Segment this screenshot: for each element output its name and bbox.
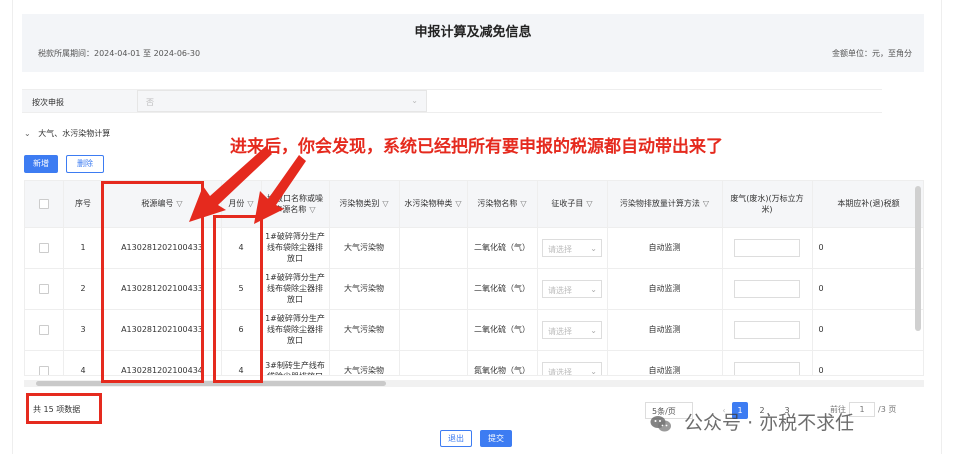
wechat-icon xyxy=(650,415,671,431)
cell-water-pollutant-type xyxy=(399,350,468,375)
highlight-month-box xyxy=(213,215,263,383)
select-all-checkbox[interactable] xyxy=(38,198,49,209)
page-title: 申报计算及减免信息 xyxy=(414,25,532,40)
filter-icon[interactable]: ▽ xyxy=(703,198,709,209)
col-water-pollutant-type[interactable]: 水污染物种类 ▽ xyxy=(399,181,468,228)
waste-gas-input[interactable] xyxy=(734,238,800,257)
cell-emission-method: 自动监测 xyxy=(607,350,723,375)
filter-row: 按次申报 否 ⌄ xyxy=(22,89,882,113)
filter-icon[interactable]: ▽ xyxy=(382,198,388,209)
amount-unit: 金额单位：元，至角分 xyxy=(832,49,912,58)
cell-levy-item: 请选择 ⌄ xyxy=(537,309,608,351)
cell-pollutant-name: 二氧化硫（气） xyxy=(467,309,538,351)
cell-emission-method: 自动监测 xyxy=(607,227,723,269)
vertical-scrollbar[interactable] xyxy=(915,186,921,331)
chevron-down-icon: ⌄ xyxy=(590,243,597,253)
cell-tax-payable: 0 xyxy=(812,268,923,310)
col-pollutant-category[interactable]: 污染物类别 ▽ xyxy=(329,181,400,228)
filter-icon[interactable]: ▽ xyxy=(520,198,526,209)
waste-gas-input[interactable] xyxy=(734,279,800,298)
chevron-down-icon: ⌄ xyxy=(590,284,597,294)
row-checkbox-cell xyxy=(25,227,64,269)
cell-levy-item: 请选择 ⌄ xyxy=(537,268,608,310)
cell-pollutant-name: 二氧化硫（气） xyxy=(467,227,538,269)
col-waste-gas: 废气(废水)(万标立方米) xyxy=(722,181,813,228)
chevron-down-icon: ⌄ xyxy=(590,366,597,376)
cell-waste-gas xyxy=(722,227,813,269)
per-declaration-value: 否 xyxy=(146,98,154,107)
cell-waste-gas xyxy=(722,268,813,310)
cell-emission-method: 自动监测 xyxy=(607,309,723,351)
exit-button[interactable]: 退出 xyxy=(440,430,472,447)
levy-item-select[interactable]: 请选择 ⌄ xyxy=(542,279,602,298)
cell-pollutant-category: 大气污染物 xyxy=(329,350,400,375)
row-checkbox[interactable] xyxy=(38,365,49,375)
cell-index: 1 xyxy=(63,227,104,269)
page-header: 申报计算及减免信息 税款所属期间：2024-04-01 至 2024-06-30… xyxy=(22,14,924,72)
submit-button[interactable]: 提交 xyxy=(480,430,512,447)
cell-pollutant-category: 大气污染物 xyxy=(329,268,400,310)
col-levy-item[interactable]: 征收子目 ▽ xyxy=(537,181,608,228)
filter-icon[interactable]: ▽ xyxy=(247,198,253,209)
row-checkbox-cell xyxy=(25,268,64,310)
cell-outlet-name: 3#制砖生产线布袋除尘器排放口 xyxy=(261,350,330,375)
filter-icon[interactable]: ▽ xyxy=(586,198,592,209)
cell-emission-method: 自动监测 xyxy=(607,268,723,310)
section-toggle[interactable]: ⌄ 大气、水污染物计算 xyxy=(24,128,110,139)
waste-gas-input[interactable] xyxy=(734,361,800,375)
watermark: 公众号 · 亦税不求任 xyxy=(650,408,854,435)
highlight-total-box xyxy=(26,393,102,424)
col-pollutant-name[interactable]: 污染物名称 ▽ xyxy=(467,181,538,228)
levy-item-select[interactable]: 请选择 ⌄ xyxy=(542,320,602,339)
filter-icon[interactable]: ▽ xyxy=(455,198,461,209)
cell-water-pollutant-type xyxy=(399,227,468,269)
chevron-down-icon: ⌄ xyxy=(590,325,597,335)
col-tax-payable: 本期应补(退)税额 xyxy=(812,181,923,228)
cell-tax-payable: 0 xyxy=(812,350,923,375)
filter-icon[interactable]: ▽ xyxy=(309,204,315,215)
col-outlet-name[interactable]: 排放口名称或噪声源名称 ▽ xyxy=(261,181,330,228)
tax-period: 税款所属期间：2024-04-01 至 2024-06-30 xyxy=(38,49,201,58)
cell-index: 4 xyxy=(63,350,104,375)
levy-item-select[interactable]: 请选择 ⌄ xyxy=(542,361,602,376)
cell-pollutant-name: 二氧化硫（气） xyxy=(467,268,538,310)
row-checkbox-cell xyxy=(25,350,64,375)
add-button[interactable]: 新增 xyxy=(24,155,58,173)
chevron-down-icon: ⌄ xyxy=(411,96,418,105)
cell-pollutant-category: 大气污染物 xyxy=(329,309,400,351)
section-title: 大气、水污染物计算 xyxy=(38,129,111,138)
filter-label: 按次申报 xyxy=(22,90,137,112)
cell-levy-item: 请选择 ⌄ xyxy=(537,227,608,269)
cell-pollutant-category: 大气污染物 xyxy=(329,227,400,269)
cell-index: 3 xyxy=(63,309,104,351)
cell-tax-payable: 0 xyxy=(812,227,923,269)
cell-levy-item: 请选择 ⌄ xyxy=(537,350,608,376)
horizontal-scrollbar[interactable] xyxy=(36,381,386,386)
levy-item-select[interactable]: 请选择 ⌄ xyxy=(542,238,602,257)
annotation-text: 进来后，你会发现，系统已经把所有要申报的税源都自动带出来了 xyxy=(230,137,723,157)
cell-waste-gas xyxy=(722,309,813,351)
cell-water-pollutant-type xyxy=(399,268,468,310)
cell-water-pollutant-type xyxy=(399,309,468,351)
row-checkbox[interactable] xyxy=(38,324,49,335)
cell-pollutant-name: 氮氧化物（气） xyxy=(467,350,538,375)
row-checkbox-cell xyxy=(25,309,64,351)
chevron-down-icon: ⌄ xyxy=(24,129,31,138)
highlight-source-no-box xyxy=(101,181,204,383)
col-emission-method[interactable]: 污染物排放量计算方法 ▽ xyxy=(607,181,723,228)
select-all-cell xyxy=(25,181,64,228)
col-index: 序号 xyxy=(63,181,104,228)
row-checkbox[interactable] xyxy=(38,242,49,253)
cell-outlet-name: 1#破碎筛分生产线布袋除尘器排放口 xyxy=(261,268,330,310)
cell-outlet-name: 1#破碎筛分生产线布袋除尘器排放口 xyxy=(261,309,330,351)
delete-button[interactable]: 删除 xyxy=(66,155,104,173)
row-checkbox[interactable] xyxy=(38,283,49,294)
waste-gas-input[interactable] xyxy=(734,320,800,339)
cell-waste-gas xyxy=(722,350,813,375)
per-declaration-select[interactable]: 否 ⌄ xyxy=(137,90,427,112)
cell-tax-payable: 0 xyxy=(812,309,923,351)
cell-index: 2 xyxy=(63,268,104,310)
cell-outlet-name: 1#破碎筛分生产线布袋除尘器排放口 xyxy=(261,227,330,269)
